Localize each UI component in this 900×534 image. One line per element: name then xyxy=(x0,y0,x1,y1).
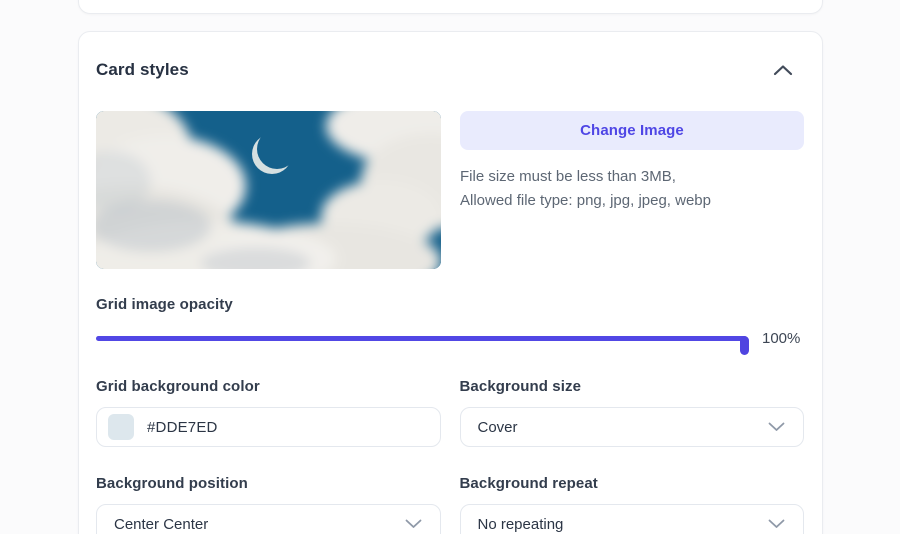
chevron-down-icon xyxy=(405,519,422,529)
background-size-value: Cover xyxy=(478,419,518,436)
opacity-slider[interactable] xyxy=(96,329,747,348)
color-value[interactable]: #DDE7ED xyxy=(147,419,218,436)
cloud-sky-image xyxy=(96,111,441,269)
grid-background-color-label: Grid background color xyxy=(96,378,441,396)
background-size-field: Background size Cover xyxy=(460,378,805,447)
background-repeat-field: Background repeat No repeating xyxy=(460,475,805,534)
chevron-down-icon xyxy=(768,519,785,529)
card-styles-panel: Card styles xyxy=(78,31,823,534)
change-image-button[interactable]: Change Image xyxy=(460,111,804,150)
chevron-down-icon xyxy=(768,422,785,432)
collapse-panel-button[interactable] xyxy=(771,62,795,78)
crescent-moon xyxy=(252,134,292,174)
background-repeat-label: Background repeat xyxy=(460,475,805,493)
panel-title: Card styles xyxy=(96,60,189,80)
opacity-label: Grid image opacity xyxy=(96,296,804,314)
opacity-section: Grid image opacity 100% xyxy=(96,296,804,348)
grid-background-color-input[interactable]: #DDE7ED xyxy=(96,407,441,447)
chevron-up-icon xyxy=(773,64,793,76)
opacity-slider-row: 100% xyxy=(96,329,804,348)
settings-page: Card styles xyxy=(0,0,900,534)
panel-header: Card styles xyxy=(96,60,804,80)
background-repeat-select[interactable]: No repeating xyxy=(460,504,805,534)
opacity-slider-fill xyxy=(96,336,747,341)
opacity-slider-thumb[interactable] xyxy=(740,336,749,355)
background-position-label: Background position xyxy=(96,475,441,493)
image-upload-controls: Change Image File size must be less than… xyxy=(460,111,804,269)
background-repeat-value: No repeating xyxy=(478,516,564,533)
opacity-value: 100% xyxy=(762,330,804,347)
previous-card-edge xyxy=(78,0,823,14)
background-size-label: Background size xyxy=(460,378,805,396)
background-position-select[interactable]: Center Center xyxy=(96,504,441,534)
background-size-select[interactable]: Cover xyxy=(460,407,805,447)
grid-background-color-field: Grid background color #DDE7ED xyxy=(96,378,441,447)
upload-help-line-2: Allowed file type: png, jpg, jpeg, webp xyxy=(460,189,804,213)
fields-row-2: Background position Center Center Backgr… xyxy=(96,475,804,534)
upload-help-text: File size must be less than 3MB, Allowed… xyxy=(460,165,804,213)
background-position-field: Background position Center Center xyxy=(96,475,441,534)
background-position-value: Center Center xyxy=(114,516,208,533)
upload-help-line-1: File size must be less than 3MB, xyxy=(460,165,804,189)
card-background-image-preview xyxy=(96,111,441,269)
color-swatch[interactable] xyxy=(108,414,134,440)
fields-row-1: Grid background color #DDE7ED Background… xyxy=(96,378,804,447)
image-upload-row: Change Image File size must be less than… xyxy=(96,111,804,269)
